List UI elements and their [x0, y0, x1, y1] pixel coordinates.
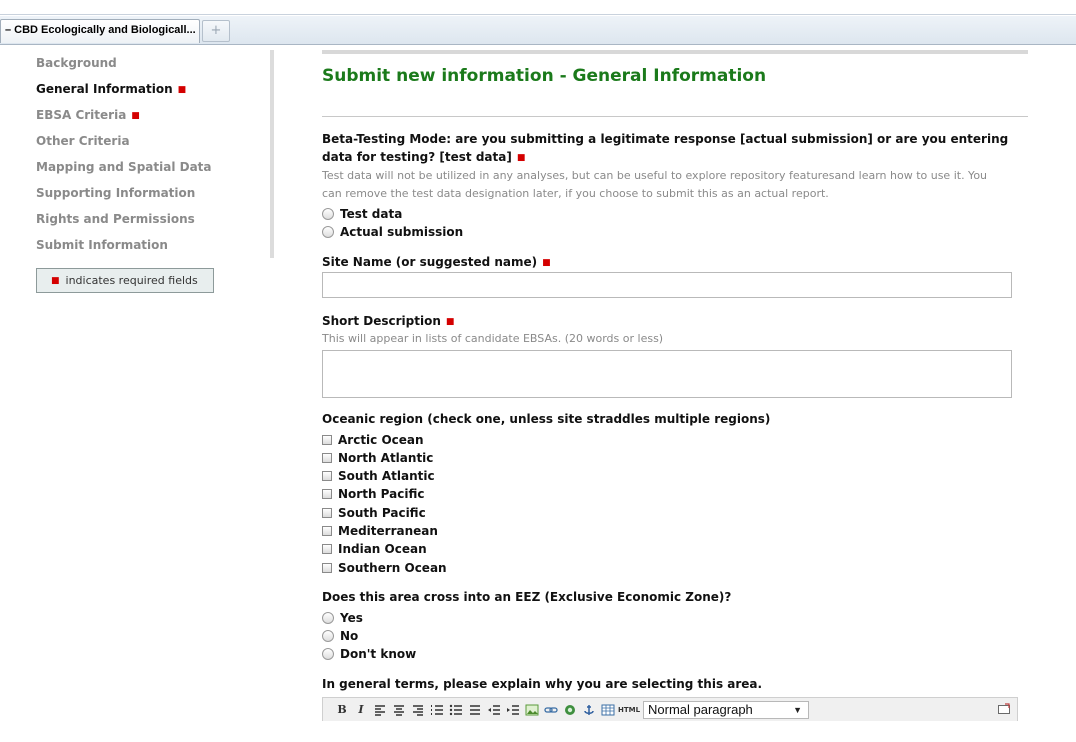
radio-button[interactable] [322, 630, 334, 642]
beta-help-line2: can remove the test data designation lat… [322, 187, 829, 200]
radio-button[interactable] [322, 612, 334, 624]
required-marker-icon: ■ [445, 317, 455, 327]
browser-tab-bar: – CBD Ecologically and Biologicall... + [0, 16, 1076, 45]
checkbox-south-atlantic[interactable]: South Atlantic [322, 468, 435, 484]
align-justify-icon[interactable] [466, 701, 484, 719]
title-divider [322, 116, 1028, 117]
checkbox[interactable] [322, 453, 332, 463]
beta-question-line1: Beta-Testing Mode: are you submitting a … [322, 132, 1009, 146]
required-fields-legend: ■ indicates required fields [36, 268, 214, 293]
beta-question-line2: data for testing? [test data] ■ [322, 150, 526, 164]
radio-eez-yes[interactable]: Yes [322, 610, 363, 626]
unordered-list-icon[interactable] [447, 701, 465, 719]
nav-item-rights-permissions[interactable]: Rights and Permissions [36, 212, 195, 226]
align-right-icon[interactable] [409, 701, 427, 719]
chevron-down-icon: ▼ [793, 704, 802, 715]
radio-test-data[interactable]: Test data [322, 206, 402, 222]
window-top-strip [0, 0, 1076, 16]
checkbox[interactable] [322, 435, 332, 445]
checkbox-north-pacific[interactable]: North Pacific [322, 486, 424, 502]
required-marker-icon: ■ [51, 276, 60, 286]
checkbox-north-atlantic[interactable]: North Atlantic [322, 450, 433, 466]
checkbox[interactable] [322, 544, 332, 554]
oceanic-region-label: Oceanic region (check one, unless site s… [322, 412, 771, 426]
required-marker-icon: ■ [177, 85, 187, 95]
nav-item-submit-information[interactable]: Submit Information [36, 238, 168, 252]
short-description-help: This will appear in lists of candidate E… [322, 332, 664, 345]
nav-item-other-criteria[interactable]: Other Criteria [36, 134, 130, 148]
anchor-icon[interactable] [580, 701, 598, 719]
nav-item-general-information[interactable]: General Information ■ [36, 82, 186, 96]
section-nav: Background General Information ■ EBSA Cri… [26, 50, 274, 258]
radio-eez-no[interactable]: No [322, 628, 358, 644]
outdent-icon[interactable] [485, 701, 503, 719]
beta-help-line1: Test data will not be utilized in any an… [322, 169, 988, 182]
new-tab-button[interactable]: + [202, 20, 230, 42]
plus-icon: + [210, 23, 222, 38]
nav-item-ebsa-criteria[interactable]: EBSA Criteria ■ [36, 108, 140, 122]
insert-image-icon[interactable] [523, 701, 541, 719]
nav-item-mapping-spatial-data[interactable]: Mapping and Spatial Data [36, 160, 212, 174]
radio-actual-submission[interactable]: Actual submission [322, 224, 463, 240]
italic-button[interactable]: I [352, 701, 370, 719]
site-name-label: Site Name (or suggested name) ■ [322, 255, 551, 269]
eez-label: Does this area cross into an EEZ (Exclus… [322, 590, 732, 604]
align-left-icon[interactable] [371, 701, 389, 719]
browser-tab-title: – CBD Ecologically and Biologicall... [5, 24, 196, 36]
radio-button[interactable] [322, 208, 334, 220]
legend-text: indicates required fields [65, 274, 198, 287]
html-source-button[interactable]: HTML [618, 701, 640, 719]
align-center-icon[interactable] [390, 701, 408, 719]
site-name-input[interactable] [322, 272, 1012, 298]
short-description-textarea[interactable] [322, 350, 1012, 398]
checkbox-southern-ocean[interactable]: Southern Ocean [322, 560, 447, 576]
ordered-list-icon[interactable] [428, 701, 446, 719]
checkbox[interactable] [322, 489, 332, 499]
browser-tab[interactable]: – CBD Ecologically and Biologicall... [0, 19, 200, 43]
checkbox[interactable] [322, 508, 332, 518]
short-description-label: Short Description ■ [322, 314, 455, 328]
maximize-editor-icon[interactable] [997, 702, 1011, 716]
required-marker-icon: ■ [131, 111, 140, 121]
required-marker-icon: ■ [516, 153, 526, 163]
nav-item-background[interactable]: Background [36, 56, 117, 70]
table-icon[interactable] [599, 701, 617, 719]
checkbox[interactable] [322, 563, 332, 573]
rich-text-toolbar: B I HTML Normal paragraph ▼ [322, 697, 1018, 721]
unlink-icon[interactable] [561, 701, 579, 719]
checkbox-south-pacific[interactable]: South Pacific [322, 505, 426, 521]
indent-icon[interactable] [504, 701, 522, 719]
content-top-divider [322, 50, 1028, 54]
nav-item-supporting-information[interactable]: Supporting Information [36, 186, 195, 200]
checkbox-indian-ocean[interactable]: Indian Ocean [322, 541, 427, 557]
checkbox[interactable] [322, 471, 332, 481]
checkbox-arctic-ocean[interactable]: Arctic Ocean [322, 432, 424, 448]
explain-label: In general terms, please explain why you… [322, 677, 763, 691]
required-marker-icon: ■ [542, 258, 551, 268]
checkbox[interactable] [322, 526, 332, 536]
bold-button[interactable]: B [333, 701, 351, 719]
page-title: Submit new information - General Informa… [322, 66, 767, 86]
paragraph-format-select[interactable]: Normal paragraph ▼ [643, 700, 809, 719]
checkbox-mediterranean[interactable]: Mediterranean [322, 523, 438, 539]
radio-button[interactable] [322, 226, 334, 238]
radio-eez-dont-know[interactable]: Don't know [322, 646, 416, 662]
link-icon[interactable] [542, 701, 560, 719]
radio-button[interactable] [322, 648, 334, 660]
